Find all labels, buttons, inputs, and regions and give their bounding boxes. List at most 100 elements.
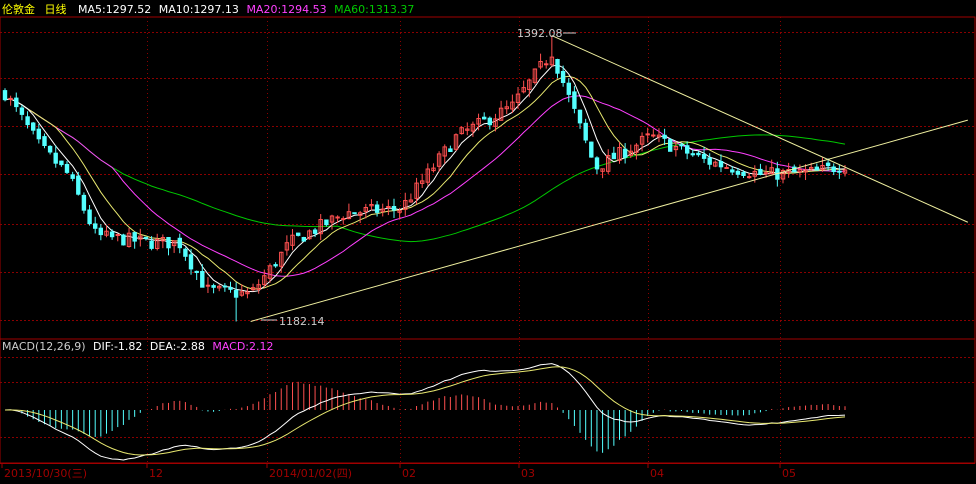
candle-body [741,171,746,176]
candle [250,283,256,292]
candle-body [825,162,831,167]
candle [701,146,707,164]
candle [369,199,374,211]
candle [431,163,436,173]
candle [453,133,459,152]
candle-body [352,212,357,215]
x-tick-label: 2013/10/30(三) [4,467,87,480]
x-axis-ticks: 2013/10/30(三) 12 2014/01/02(四) 02 03 04 05 [1,463,796,480]
candle-body [690,153,695,156]
ma60-line [4,98,846,243]
moving-averages [4,64,846,293]
ma5-line [4,64,846,293]
candle [70,171,75,182]
candle-body [566,82,571,95]
candle [566,78,571,103]
candle-body [312,229,318,234]
candle [183,247,188,261]
candle [442,144,447,164]
candle [837,164,842,179]
candle [256,279,261,294]
candle [487,116,493,130]
candle-body [296,232,301,236]
candle [386,199,391,216]
candle-body [324,219,329,226]
candle-body [679,144,684,147]
candle-body [76,175,81,195]
candle [177,233,183,254]
candle [341,216,346,225]
candle [93,216,98,234]
candle [611,146,617,160]
candle [532,68,538,85]
candle-body [724,167,729,169]
candle-body [93,223,98,229]
candle [2,88,8,102]
candle [19,104,25,121]
candle-body [594,157,600,170]
candle [329,214,335,230]
candle-body [132,232,137,242]
x-tick-label: 05 [782,467,796,480]
candle [76,171,81,196]
macd-lines [4,363,846,461]
candle [166,237,171,256]
period-name: 日线 [45,2,67,16]
ma20-value: MA20:1294.53 [246,3,326,16]
candle [606,149,611,174]
candle [143,236,149,241]
candle-body [487,117,493,126]
candle-body [622,148,628,158]
candle [482,112,487,120]
candle [403,192,408,216]
ma10-value: MA10:1297.13 [159,3,239,16]
svg-text:伦敦金 日线 MA5:1297.52: 伦敦金 日线 MA5:1297.52 MA10:1297.13 MA20:129… [2,2,414,16]
candle-body [544,63,549,66]
candle [273,262,278,268]
candle [668,138,673,152]
candle [284,235,290,256]
candle [685,141,690,160]
candle [594,156,600,175]
candle-body [814,166,819,171]
macd-dea-value: DEA:-2.88 [150,340,205,353]
x-tick-label: 12 [149,467,163,480]
candle-body [301,237,307,242]
svg-text:MACD(12,26,9) DIF:-1.82: MACD(12,26,9) DIF:-1.82 DEA:-2.88 MACD:2… [2,340,274,353]
price-grid [0,32,975,321]
candle-body [211,285,216,288]
candle [420,173,425,188]
candle [363,203,369,219]
candle-body [747,176,752,179]
candle [549,35,555,67]
candle-body [42,136,47,147]
candle [211,283,216,294]
candle [662,128,667,146]
candle [59,160,64,167]
macd-dea-line [5,366,846,456]
candle [820,157,825,172]
candle-body [2,90,8,101]
candle-body [188,254,194,270]
candle-body [645,133,650,136]
ma10-line [4,75,846,290]
candle [194,270,199,281]
candle-body [53,152,58,164]
candle [651,129,656,138]
candle [803,164,808,181]
candle [307,229,312,240]
price-panel-frame [0,16,976,340]
candle-body [183,248,188,257]
candle [228,281,233,293]
candle [527,78,532,98]
candle-body [577,109,583,124]
candle-body [36,128,41,140]
candle-body [837,170,842,173]
candle [132,231,137,249]
candle [87,205,92,226]
candle [577,109,583,129]
candle [233,282,239,322]
candle-body [205,284,211,287]
candle [31,121,36,135]
candle [408,193,414,203]
